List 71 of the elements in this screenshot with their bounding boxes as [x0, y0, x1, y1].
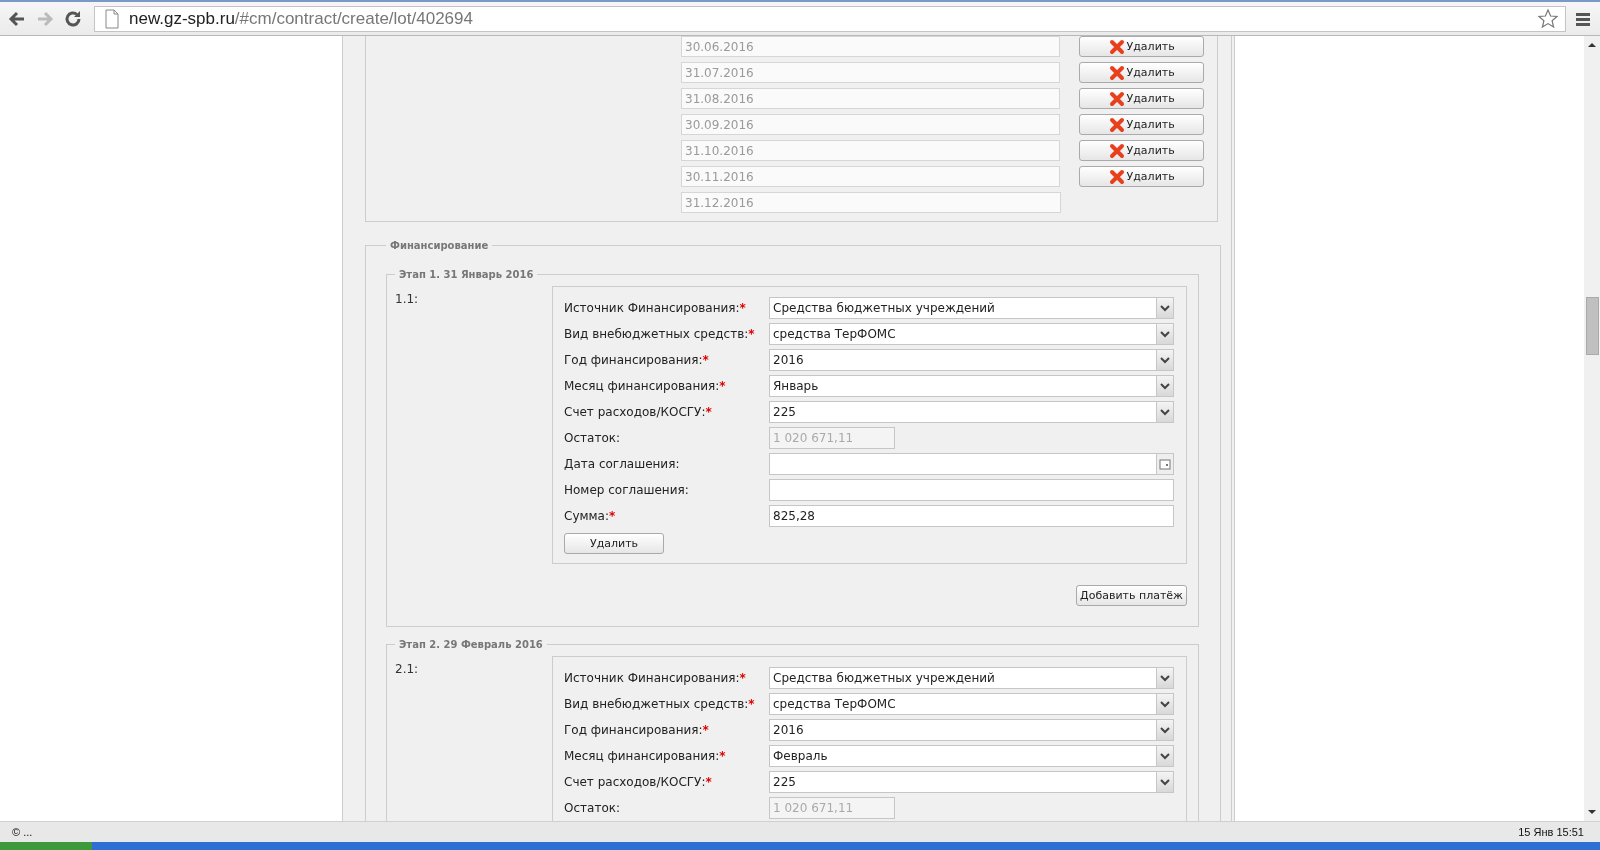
select-field[interactable]: 2016: [769, 349, 1174, 371]
select-field[interactable]: Средства бюджетных учреждений: [769, 667, 1174, 689]
cross-icon: [1108, 38, 1125, 55]
date-field: 30.11.2016: [681, 166, 1061, 187]
cross-icon: [1108, 90, 1125, 107]
cross-icon: [1108, 142, 1125, 159]
field-label: Месяц финансирования:*: [564, 749, 727, 763]
field-label: Источник Финансирования:*: [564, 301, 747, 315]
date-field: 31.08.2016: [681, 88, 1061, 109]
field-label: Счет расходов/КОСГУ:*: [564, 775, 713, 789]
start-button[interactable]: [0, 842, 92, 850]
dropdown-button[interactable]: [1156, 720, 1173, 740]
field-label: Год финансирования:*: [564, 723, 710, 737]
dropdown-button[interactable]: [1156, 350, 1173, 370]
input-field[interactable]: [769, 479, 1174, 501]
cross-icon: [1108, 116, 1125, 133]
date-field: 31.07.2016: [681, 62, 1061, 83]
field-label: Год финансирования:*: [564, 353, 710, 367]
url-text: new.gz-spb.ru/#cm/contract/create/lot/402694: [129, 8, 474, 29]
scrollbar-thumb[interactable]: [1585, 297, 1599, 355]
field-label: Вид внебюджетных средств:*: [564, 697, 756, 711]
dropdown-button[interactable]: [1156, 402, 1173, 422]
field-label: Остаток:: [564, 431, 621, 445]
dropdown-button[interactable]: [1156, 376, 1173, 396]
stage-title: Этап 2. 29 Февраль 2016: [398, 639, 544, 650]
field-label: Номер соглашения:: [564, 483, 690, 497]
date-field: 31.12.2016: [681, 192, 1061, 213]
readonly-field: 1 020 671,11: [769, 427, 895, 449]
dropdown-button[interactable]: [1156, 668, 1173, 688]
field-label: Источник Финансирования:*: [564, 671, 747, 685]
select-field[interactable]: Февраль: [769, 745, 1174, 767]
payment-number: 1.1:: [395, 291, 420, 308]
field-label: Вид внебюджетных средств:*: [564, 327, 756, 341]
delete-button[interactable]: Удалить: [564, 533, 664, 554]
select-field[interactable]: Январь: [769, 375, 1174, 397]
scroll-up-icon[interactable]: [1587, 40, 1597, 50]
payment-number: 2.1:: [395, 661, 420, 678]
date-input-field[interactable]: [769, 453, 1174, 475]
stage-title: Этап 1. 31 Январь 2016: [398, 269, 535, 280]
readonly-field: 1 020 671,11: [769, 797, 895, 819]
status-text: © ...: [12, 826, 33, 838]
date-field: 31.10.2016: [681, 140, 1061, 161]
cross-icon: [1108, 64, 1125, 81]
clock-text: 15 Янв 15:51: [1518, 826, 1584, 838]
scroll-down-icon[interactable]: [1587, 807, 1597, 817]
select-field[interactable]: 2016: [769, 719, 1174, 741]
select-field[interactable]: 225: [769, 401, 1174, 423]
field-label: Сумма:*: [564, 509, 617, 523]
dropdown-button[interactable]: [1156, 298, 1173, 318]
select-field[interactable]: средства ТерФОМС: [769, 323, 1174, 345]
calendar-icon: [1157, 456, 1173, 472]
input-field[interactable]: 825,28: [769, 505, 1174, 527]
date-field: 30.06.2016: [681, 36, 1061, 57]
field-label: Месяц финансирования:*: [564, 379, 727, 393]
section-title: Финансирование: [389, 240, 490, 251]
address-bar[interactable]: new.gz-spb.ru/#cm/contract/create/lot/402694: [94, 5, 1566, 32]
dropdown-button[interactable]: [1156, 772, 1173, 792]
date-field: 30.09.2016: [681, 114, 1061, 135]
add-payment-button[interactable]: Добавить платёж: [1076, 585, 1187, 606]
star-icon[interactable]: [1537, 7, 1559, 30]
dropdown-button[interactable]: [1156, 746, 1173, 766]
field-label: Счет расходов/КОСГУ:*: [564, 405, 713, 419]
select-field[interactable]: средства ТерФОМС: [769, 693, 1174, 715]
field-label: Остаток:: [564, 801, 621, 815]
cross-icon: [1108, 168, 1125, 185]
select-field[interactable]: 225: [769, 771, 1174, 793]
select-field[interactable]: Средства бюджетных учреждений: [769, 297, 1174, 319]
calendar-button[interactable]: [1156, 454, 1173, 474]
field-label: Дата соглашения:: [564, 457, 681, 471]
dropdown-button[interactable]: [1156, 694, 1173, 714]
dropdown-button[interactable]: [1156, 324, 1173, 344]
